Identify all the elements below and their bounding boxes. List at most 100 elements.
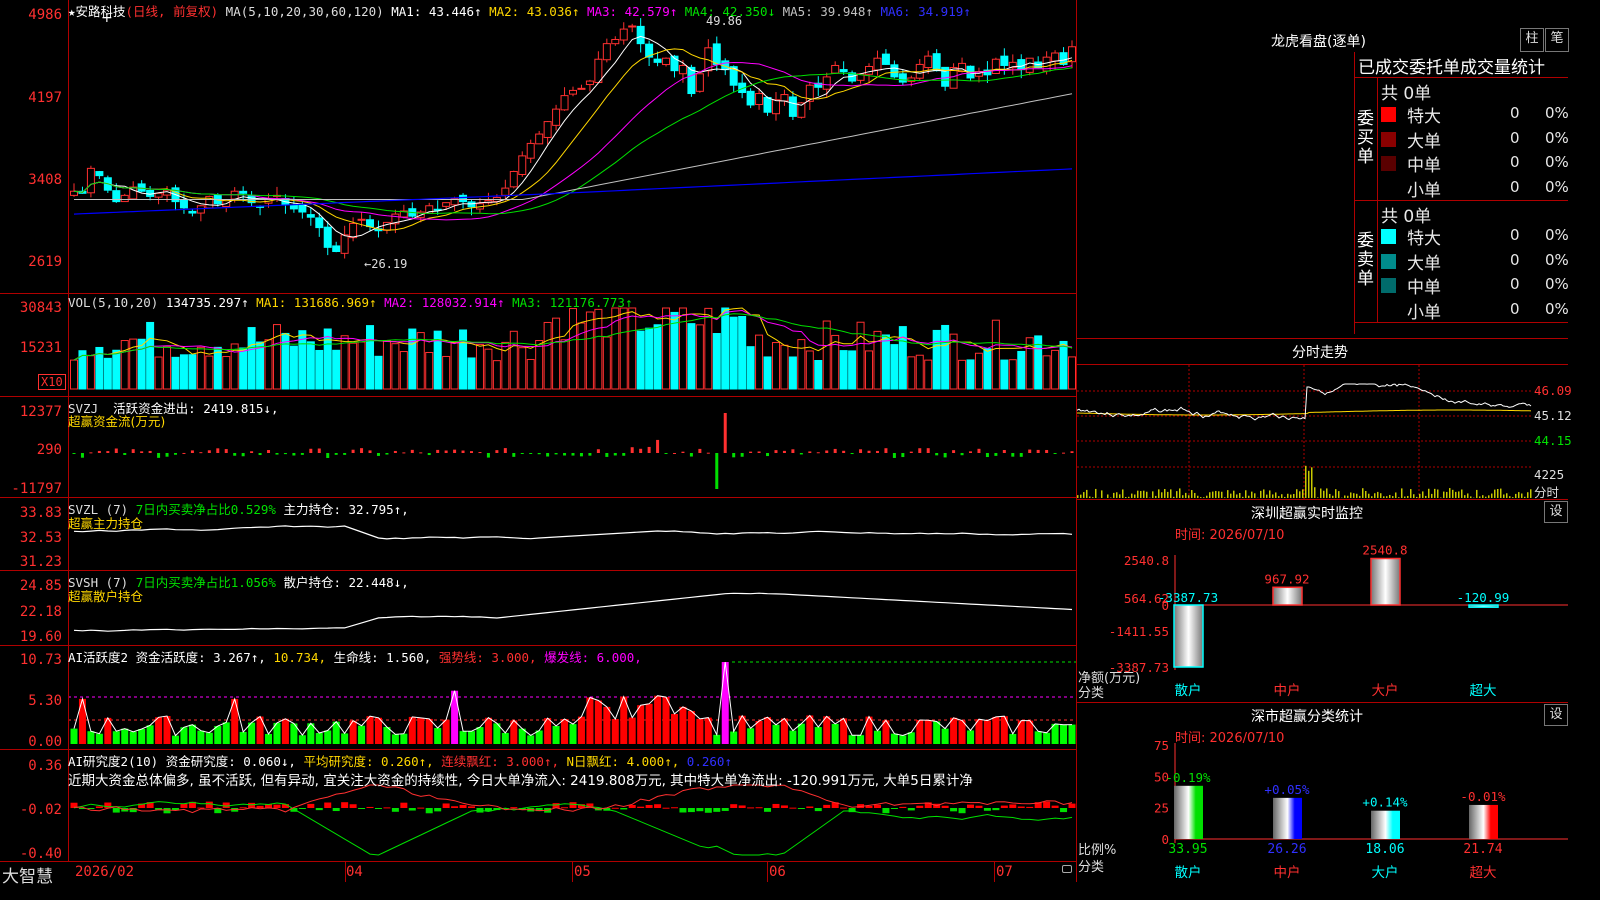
- volume-bar: [247, 327, 256, 390]
- fundflow-bar: [114, 448, 118, 453]
- volume-bar: [695, 324, 704, 390]
- fundflow-bar: [613, 453, 617, 456]
- sell-color-swatch: [1381, 253, 1396, 269]
- research-bar: [1026, 806, 1034, 808]
- fundflow-bar: [444, 450, 448, 453]
- intraday-volume-bar: [1260, 490, 1262, 498]
- activity-bar: [197, 730, 205, 744]
- intraday-volume-bar: [1392, 496, 1394, 498]
- volume-bar: [188, 354, 197, 390]
- column-view-button[interactable]: 柱: [1520, 28, 1544, 52]
- ai2-title[interactable]: AI活跃度2 资金活跃度: 3.267↑,: [68, 650, 266, 665]
- ai-research-title[interactable]: AI研究度2(10) 资金研究度: 0.060↓,: [68, 754, 296, 769]
- candle-body: [501, 187, 510, 196]
- vol-axis-label: 15231: [19, 340, 62, 356]
- candle-body: [560, 95, 569, 111]
- time-axis-label: 06: [769, 864, 786, 880]
- intraday-volume-bar: [1431, 493, 1433, 498]
- lock-icon[interactable]: [1062, 865, 1072, 873]
- ma1-value: MA1: 43.446↑: [391, 4, 482, 19]
- intraday-panel[interactable]: 分时走势 46.09 45.12 44.15 4225 分时: [1076, 339, 1572, 500]
- fundflow-bar: [774, 450, 778, 453]
- research-bar: [273, 804, 281, 808]
- candle-body: [569, 89, 577, 95]
- intraday-volume-bar: [1323, 490, 1325, 498]
- sz-stats-value: 33.95: [1168, 842, 1207, 857]
- fundflow-bar: [588, 453, 592, 456]
- fundflow-bar: [859, 449, 863, 453]
- volume-bar: [839, 350, 848, 390]
- fundflow-bar: [343, 453, 347, 455]
- intraday-volume-bar: [1095, 488, 1097, 498]
- fundflow-bar: [630, 447, 634, 453]
- fundflow-bar: [224, 449, 228, 453]
- candle-body: [662, 57, 671, 66]
- candle-body: [179, 199, 188, 209]
- volume-bar: [399, 351, 408, 390]
- ai-research-axis-label: -0.40: [19, 846, 62, 862]
- volume-bar: [552, 317, 561, 390]
- volume-bar: [484, 348, 493, 390]
- intraday-volume-bar: [1518, 492, 1520, 498]
- activity-bar: [594, 700, 602, 744]
- intraday-volume-bar: [1344, 495, 1346, 498]
- research-bar: [205, 801, 213, 808]
- ma3-value: MA3: 42.579↑: [586, 4, 678, 19]
- sell-color-swatch: [1381, 302, 1396, 318]
- fundflow-bar: [106, 451, 110, 453]
- vol-title[interactable]: VOL(5,10,20): [68, 295, 158, 310]
- activity-bar: [992, 716, 1000, 744]
- activity-bar: [857, 735, 865, 744]
- fundflow-bar: [749, 451, 753, 453]
- intraday-volume-bar: [1377, 491, 1379, 498]
- vol-value: 134735.297↑: [165, 295, 249, 310]
- candle-body: [357, 218, 366, 221]
- sz-monitor-tick: 2540.8: [1124, 553, 1169, 568]
- period-label[interactable]: (日线, 前复权): [126, 4, 219, 19]
- research-bar: [425, 808, 433, 814]
- candle-body: [95, 171, 104, 177]
- sz-stats-tick: 25: [1154, 801, 1169, 816]
- intraday-volume-bar: [1173, 496, 1175, 498]
- candle-body: [822, 76, 831, 90]
- intraday-volume-bar: [1356, 493, 1358, 498]
- stroke-view-button[interactable]: 笔: [1545, 28, 1569, 52]
- activity-bar: [358, 725, 366, 744]
- fundflow-bar: [825, 450, 829, 453]
- intraday-volume-bar: [1248, 495, 1250, 498]
- volume-bar: [222, 356, 231, 390]
- buy-row-pct: 0%: [1545, 128, 1569, 147]
- intraday-volume-bar: [1242, 496, 1244, 498]
- candle-body: [137, 183, 146, 192]
- main-chart-area[interactable]: ★安路科技(日线, 前复权) MA(5,10,20,30,60,120) MA1…: [0, 0, 1077, 887]
- intraday-volume-bar: [1407, 495, 1409, 498]
- svzl-axis-label: 31.23: [19, 554, 62, 570]
- intraday-volume-bar: [1080, 494, 1082, 498]
- research-bar: [687, 808, 695, 813]
- research-bar: [349, 804, 357, 808]
- sz-stats-category: 散户: [1175, 864, 1202, 881]
- research-bar: [451, 806, 459, 808]
- fundflow-bar: [689, 453, 693, 457]
- volume-bar: [797, 339, 806, 390]
- intraday-chart-svg[interactable]: [1076, 339, 1568, 499]
- intraday-volume-bar: [1359, 495, 1361, 498]
- candle-body: [865, 66, 874, 75]
- activity-bar: [163, 716, 171, 744]
- buy-row-pct: 0%: [1545, 177, 1569, 196]
- app-logo[interactable]: 大智慧: [2, 862, 53, 887]
- stock-title[interactable]: ★安路科技: [68, 4, 126, 19]
- research-bar: [408, 808, 416, 811]
- intraday-volume-bar: [1317, 497, 1319, 498]
- volume-bar: [645, 327, 654, 390]
- fundflow-bar: [207, 450, 211, 453]
- intraday-volume-bar: [1296, 489, 1298, 498]
- fundflow-bar: [216, 448, 220, 453]
- intraday-volume-bar: [1365, 490, 1367, 498]
- candle-body: [1068, 46, 1076, 63]
- volume-bar: [492, 360, 501, 390]
- research-bar: [324, 802, 332, 808]
- volume-bar: [475, 344, 484, 390]
- candle-body: [678, 64, 687, 75]
- intraday-volume-bar: [1374, 493, 1376, 498]
